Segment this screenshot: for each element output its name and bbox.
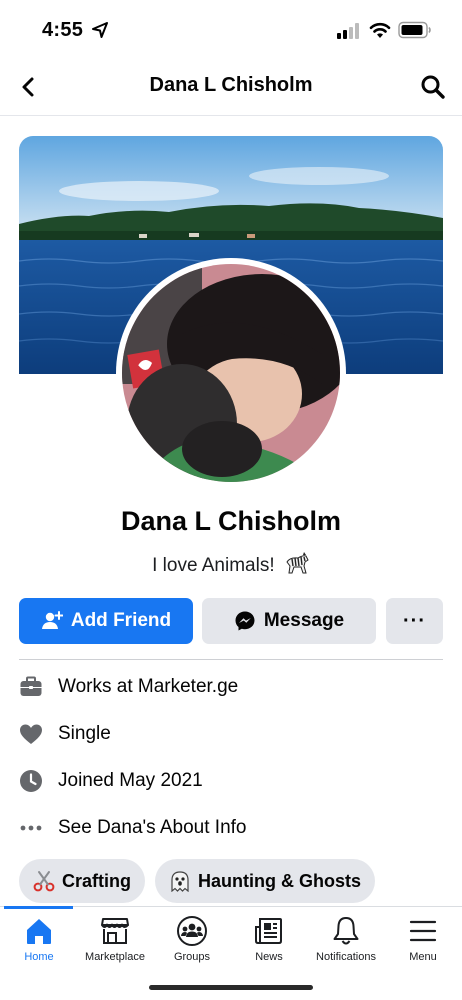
profile-header: Dana L Chisholm — [0, 58, 462, 116]
tab-label: Menu — [409, 951, 437, 963]
clock-icon — [20, 770, 42, 792]
add-friend-label: Add Friend — [70, 610, 172, 631]
divider — [19, 659, 443, 660]
add-friend-button[interactable]: Add Friend — [19, 598, 193, 644]
hobby-chip-crafting[interactable]: Crafting — [19, 859, 145, 903]
profile-bio: I love Animals! — [0, 552, 462, 577]
tab-label: News — [255, 951, 283, 963]
groups-icon — [177, 916, 207, 946]
search-icon — [421, 75, 445, 99]
battery-icon — [398, 21, 431, 39]
message-button[interactable]: Message — [202, 598, 376, 644]
tab-news[interactable]: News — [230, 915, 308, 971]
workplace-link[interactable]: Marketer.ge — [138, 676, 238, 698]
tab-menu[interactable]: Menu — [384, 915, 462, 971]
home-icon — [27, 919, 51, 944]
bell-icon — [333, 917, 359, 945]
tab-groups[interactable]: Groups — [153, 915, 231, 971]
more-dots-icon — [20, 825, 42, 831]
status-bar: 4:55 — [0, 0, 462, 58]
heart-icon — [20, 724, 42, 744]
profile-name: Dana L Chisholm — [120, 506, 342, 536]
more-options-button[interactable]: ··· — [386, 598, 443, 644]
tab-label: Notifications — [316, 951, 376, 963]
relationship-info: Single — [19, 719, 111, 749]
news-icon — [255, 918, 282, 944]
more-options-label: ··· — [403, 609, 426, 632]
about-info-link[interactable]: See Dana's About Info — [19, 813, 247, 843]
relationship-status: Single — [58, 723, 111, 744]
scissors-icon — [33, 871, 55, 892]
joined-date: Joined May 2021 — [58, 770, 203, 791]
hobby-label: Crafting — [62, 870, 131, 891]
tab-notifications[interactable]: Notifications — [307, 915, 385, 971]
wifi-icon — [369, 22, 391, 38]
status-time: 4:55 — [42, 19, 84, 41]
location-arrow-icon — [92, 22, 108, 38]
tab-marketplace[interactable]: Marketplace — [76, 915, 154, 971]
work-info: Works at Marketer.ge — [19, 672, 238, 702]
avatar — [122, 264, 340, 482]
add-person-icon — [41, 611, 63, 629]
hobby-label: Haunting & Ghosts — [198, 870, 361, 891]
tab-home[interactable]: Home — [0, 915, 78, 971]
tab-label: Groups — [173, 951, 211, 963]
zebra-emoji-icon — [286, 552, 309, 574]
marketplace-icon — [101, 918, 129, 944]
joined-info: Joined May 2021 — [19, 766, 203, 796]
home-indicator[interactable] — [149, 985, 313, 990]
tab-label: Home — [24, 951, 54, 963]
hobby-chip-haunting[interactable]: Haunting & Ghosts — [155, 859, 375, 903]
profile-picture[interactable] — [116, 258, 346, 488]
page-title: Dana L Chisholm — [149, 74, 313, 96]
work-prefix: Works at — [58, 676, 138, 697]
search-button[interactable] — [418, 72, 448, 102]
messenger-icon — [235, 611, 255, 631]
menu-icon — [409, 920, 437, 942]
tab-label: Marketplace — [85, 951, 145, 963]
ghost-icon — [171, 871, 189, 892]
cellular-signal-icon — [337, 23, 359, 39]
message-label: Message — [263, 610, 345, 631]
bio-text: I love Animals! — [152, 555, 275, 576]
active-tab-indicator — [4, 906, 73, 909]
briefcase-icon — [20, 676, 42, 696]
about-info-label: See Dana's About Info — [58, 817, 247, 838]
